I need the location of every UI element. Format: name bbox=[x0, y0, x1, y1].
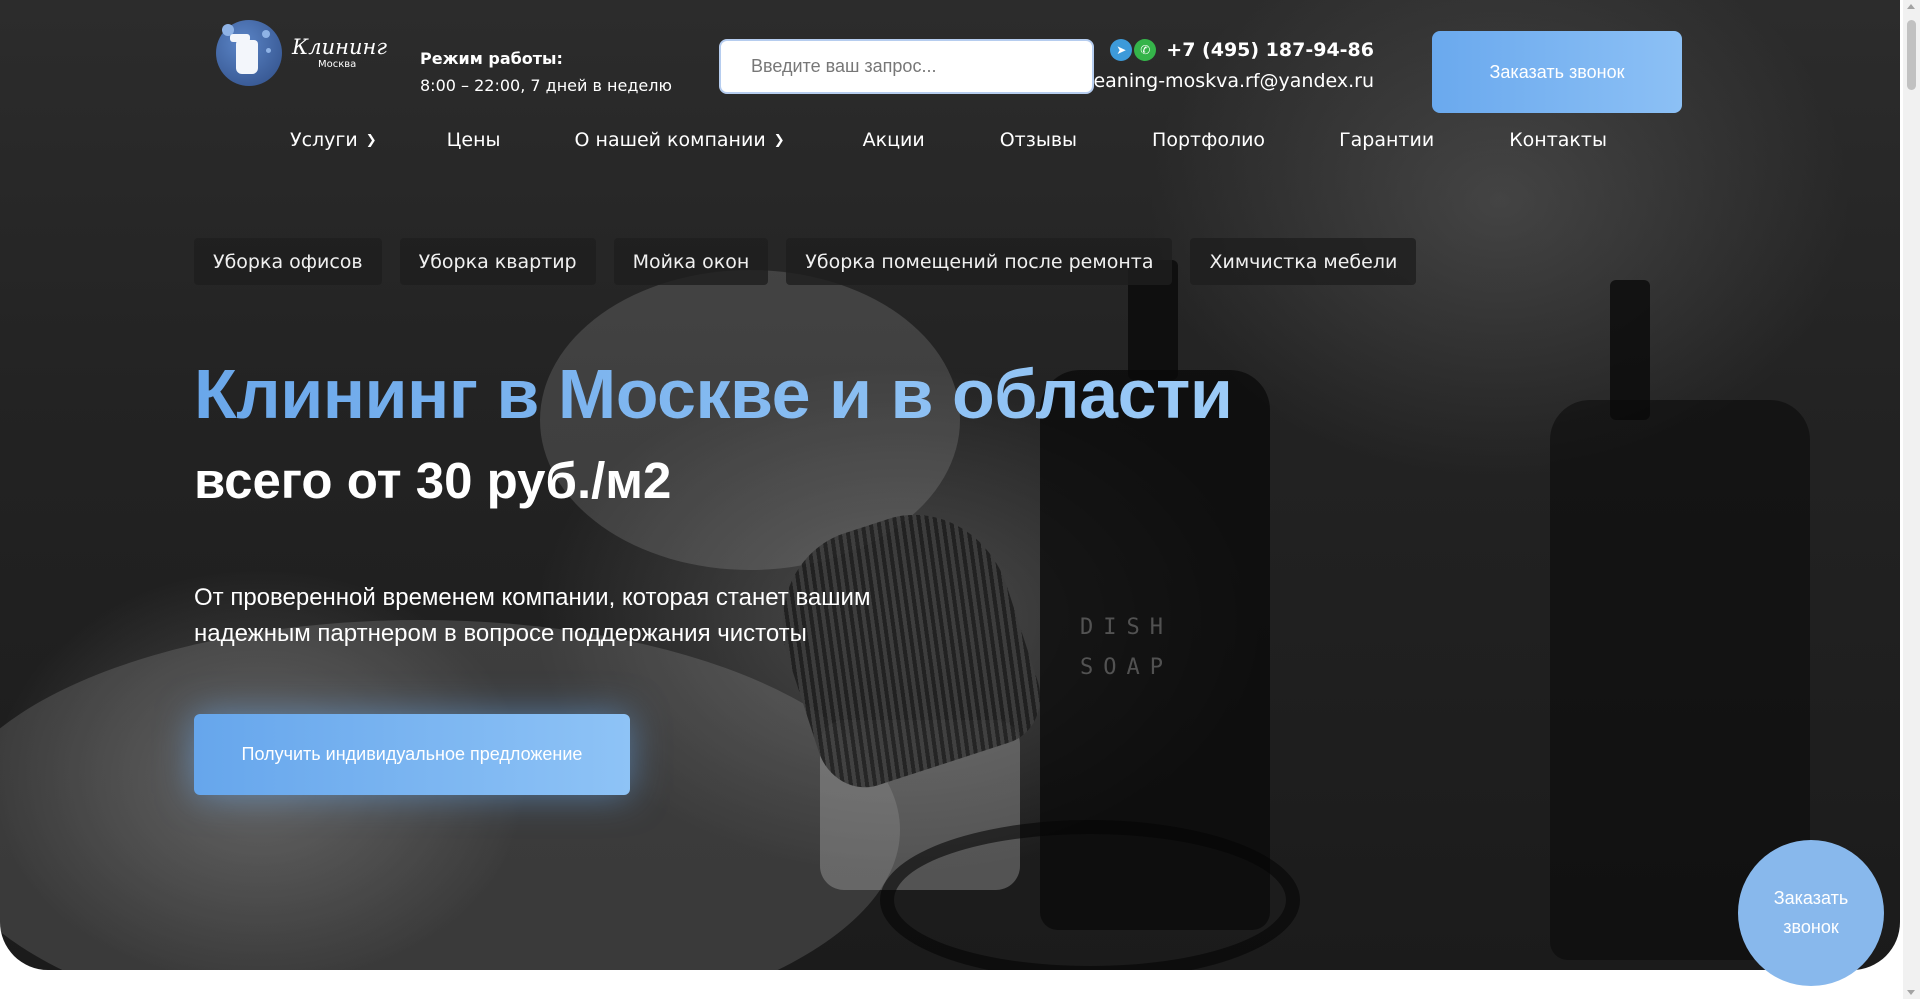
hero-section: DISH SOAP Клининг Москва Режим работы: 8… bbox=[0, 0, 1900, 970]
nav-item-services[interactable]: Услуги ❯ bbox=[290, 129, 377, 151]
floating-cta-line: Заказать bbox=[1773, 888, 1849, 908]
header-contacts: ➤ ✆ +7 (495) 187-94-86 cleaning-moskva.r… bbox=[1078, 36, 1374, 92]
nav-item-label: Портфолио bbox=[1152, 129, 1266, 151]
hero-lead-line: От проверенной временем компании, котора… bbox=[194, 584, 871, 611]
nav-item-portfolio[interactable]: Портфолио bbox=[1152, 129, 1265, 151]
individual-offer-button[interactable]: Получить индивидуальное предложение bbox=[194, 714, 630, 795]
nav-item-promotions[interactable]: Акции bbox=[863, 129, 925, 151]
search-placeholder: Введите ваш запрос... bbox=[751, 56, 937, 76]
hero-title: Клининг в Москве и в области bbox=[194, 350, 1233, 438]
email-link[interactable]: cleaning-moskva.rf@yandex.ru bbox=[1078, 70, 1374, 92]
chip-window-washing[interactable]: Мойка окон bbox=[613, 238, 769, 285]
chip-furniture-dry-cleaning[interactable]: Химчистка мебели bbox=[1190, 238, 1417, 285]
working-hours-value: 8:00 – 22:00, 7 дней в неделю bbox=[420, 76, 672, 95]
scroll-down-arrow-icon[interactable] bbox=[1907, 990, 1915, 995]
nav-item-label: Акции bbox=[862, 129, 925, 151]
hero-subtitle: всего от 30 руб./м2 bbox=[194, 452, 672, 509]
phone-link[interactable]: +7 (495) 187-94-86 bbox=[1166, 39, 1374, 61]
logo[interactable]: Клининг Москва bbox=[216, 20, 387, 86]
nav-item-contacts[interactable]: Контакты bbox=[1509, 129, 1607, 151]
logo-title: Клининг bbox=[292, 35, 387, 59]
nav-item-guarantees[interactable]: Гарантии bbox=[1339, 129, 1434, 151]
hero-lead-line: надежным партнером в вопросе поддержания… bbox=[194, 620, 807, 647]
nav-item-prices[interactable]: Цены bbox=[447, 129, 501, 151]
chevron-down-icon: ❯ bbox=[773, 132, 785, 148]
nav-item-label: О нашей компании bbox=[574, 129, 766, 151]
nav-item-label: Гарантии bbox=[1339, 129, 1435, 151]
service-chips: Уборка офисов Уборка квартир Мойка окон … bbox=[194, 238, 1417, 285]
nav-item-label: Контакты bbox=[1509, 129, 1607, 151]
chip-post-renovation-cleaning[interactable]: Уборка помещений после ремонта bbox=[786, 238, 1173, 285]
floating-cta-line: звонок bbox=[1783, 917, 1839, 937]
background-bottle-label: SOAP bbox=[1080, 655, 1173, 680]
order-call-button[interactable]: Заказать звонок bbox=[1432, 31, 1682, 113]
background-tray bbox=[880, 820, 1300, 970]
scrollbar-thumb[interactable] bbox=[1907, 20, 1916, 90]
scrollbar[interactable] bbox=[1903, 0, 1920, 999]
nav-item-label: Цены bbox=[446, 129, 501, 151]
floating-order-call-button[interactable]: Заказать звонок bbox=[1738, 840, 1884, 986]
hero-lead: От проверенной временем компании, котора… bbox=[194, 580, 954, 652]
background-bottle-label: DISH bbox=[1080, 615, 1173, 640]
background-glove-shape bbox=[0, 620, 900, 970]
chevron-down-icon: ❯ bbox=[365, 132, 377, 148]
telegram-icon[interactable]: ➤ bbox=[1110, 39, 1133, 61]
scroll-up-arrow-icon[interactable] bbox=[1907, 4, 1915, 9]
chip-apartment-cleaning[interactable]: Уборка квартир bbox=[399, 238, 596, 285]
main-nav: Услуги ❯ Цены О нашей компании ❯ Акции О… bbox=[290, 122, 1607, 158]
working-hours-label: Режим работы: bbox=[420, 49, 563, 68]
nav-item-label: Отзывы bbox=[999, 129, 1078, 151]
search-input[interactable]: Введите ваш запрос... bbox=[719, 39, 1094, 94]
nav-item-about[interactable]: О нашей компании ❯ bbox=[575, 129, 785, 151]
chip-office-cleaning[interactable]: Уборка офисов bbox=[194, 238, 382, 285]
nav-item-reviews[interactable]: Отзывы bbox=[1000, 129, 1077, 151]
whatsapp-icon[interactable]: ✆ bbox=[1134, 39, 1157, 61]
working-hours: Режим работы: 8:00 – 22:00, 7 дней в нед… bbox=[420, 48, 672, 98]
background-bottle-pump bbox=[1610, 280, 1650, 420]
spray-bottle-icon bbox=[216, 20, 282, 86]
nav-item-label: Услуги bbox=[290, 129, 358, 151]
logo-subtitle: Москва bbox=[318, 59, 357, 70]
